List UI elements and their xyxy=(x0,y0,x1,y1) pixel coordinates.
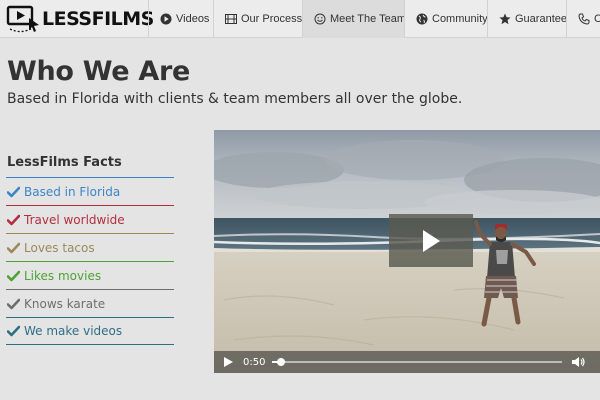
volume-icon[interactable] xyxy=(571,356,585,368)
monitor-logo-icon xyxy=(6,5,39,33)
big-play-button[interactable] xyxy=(389,214,473,267)
nav-item-our-process[interactable]: Our Process xyxy=(213,0,302,38)
video-time: 0:50 xyxy=(243,356,266,368)
play-icon xyxy=(423,229,440,252)
facts-heading: LessFilms Facts xyxy=(7,155,122,170)
fact-label: Likes movies xyxy=(24,268,102,283)
fact-item: We make videos xyxy=(6,317,174,345)
film-icon xyxy=(225,13,237,25)
top-nav: LESSFILMS Videos Our Process Meet The Te… xyxy=(0,0,600,38)
fact-label: Based in Florida xyxy=(24,184,121,199)
nav-label: Our Process xyxy=(241,13,302,25)
fact-item: Loves tacos xyxy=(6,233,174,261)
nav-item-contact[interactable]: Co xyxy=(566,0,600,38)
smiley-icon xyxy=(314,13,326,25)
checkmark-icon xyxy=(7,270,20,282)
globe-icon xyxy=(416,13,428,25)
fact-item: Based in Florida xyxy=(6,177,174,205)
checkmark-icon xyxy=(7,214,20,226)
fact-label: Loves tacos xyxy=(24,240,95,255)
page-title: Who We Are xyxy=(7,56,191,87)
play-icon[interactable] xyxy=(222,356,234,368)
nav-item-videos[interactable]: Videos xyxy=(148,0,213,38)
logo[interactable]: LESSFILMS xyxy=(6,5,154,33)
fact-item: Travel worldwide xyxy=(6,205,174,233)
nav-label: Community xyxy=(432,13,487,25)
nav-label: Guarantee xyxy=(515,13,566,25)
nav-item-community[interactable]: Community xyxy=(404,0,487,38)
checkmark-icon xyxy=(7,325,20,337)
play-circle-icon xyxy=(160,13,172,25)
progress-bar[interactable] xyxy=(272,358,562,366)
brand-name: LESSFILMS xyxy=(42,8,154,30)
checkmark-icon xyxy=(7,242,20,254)
facts-list: Based in Florida Travel worldwide Loves … xyxy=(6,177,174,345)
star-icon xyxy=(499,13,511,25)
checkmark-icon xyxy=(7,298,20,310)
page-subtitle: Based in Florida with clients & team mem… xyxy=(7,91,463,107)
nav-label: Videos xyxy=(176,13,210,25)
nav-item-guarantee[interactable]: Guarantee xyxy=(487,0,566,38)
nav-label: Co xyxy=(594,13,600,25)
fact-item: Knows karate xyxy=(6,289,174,317)
progress-handle[interactable] xyxy=(276,358,285,366)
fact-label: We make videos xyxy=(24,324,123,338)
video-controls: 0:50 xyxy=(214,351,600,373)
nav-label: Meet The Team xyxy=(330,13,404,25)
video-player[interactable]: 0:50 xyxy=(214,130,600,373)
fact-item: Likes movies xyxy=(6,261,174,289)
phone-icon xyxy=(578,13,590,25)
nav-item-meet-the-team[interactable]: Meet The Team xyxy=(302,0,404,38)
fact-label: Knows karate xyxy=(24,296,106,311)
fact-label: Travel worldwide xyxy=(24,212,125,227)
checkmark-icon xyxy=(7,186,20,198)
